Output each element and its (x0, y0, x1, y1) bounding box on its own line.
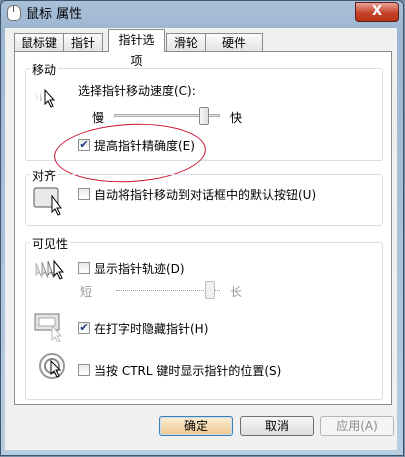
trails-slider-thumb[interactable] (204, 281, 215, 299)
close-button[interactable]: X (355, 2, 399, 22)
pointer-speed-icon (36, 88, 55, 108)
speed-label: 选择指针移动速度(C): (78, 84, 196, 98)
tab-hardware[interactable]: 硬件 (205, 33, 263, 51)
trails-checkbox[interactable] (78, 262, 90, 274)
motion-group-title: 移动 (30, 61, 59, 78)
visibility-group-title: 可见性 (30, 235, 71, 252)
snap-label[interactable]: 自动将指针移动到对话框中的默认按钮(U) (94, 186, 316, 203)
check-mark-icon: ✔ (79, 321, 89, 334)
pointer-trails-icon (35, 259, 65, 280)
window-title: 鼠标 属性 (26, 7, 83, 22)
title-bar[interactable]: 鼠标 属性 X (1, 1, 403, 23)
ctrl-locate-checkbox[interactable] (78, 364, 90, 376)
long-label: 长 (230, 285, 243, 299)
hide-typing-label[interactable]: 在打字时隐藏指针(H) (94, 320, 208, 337)
ctrl-locate-label[interactable]: 当按 CTRL 键时显示指针的位置(S) (94, 362, 281, 379)
hide-typing-checkbox[interactable]: ✔ (78, 322, 90, 334)
trails-label[interactable]: 显示指针轨迹(D) (94, 260, 185, 277)
snap-group-title: 对齐 (30, 167, 59, 184)
short-label: 短 (80, 285, 93, 299)
hide-while-typing-icon (34, 313, 63, 342)
mouse-icon (7, 5, 21, 21)
fast-label: 快 (230, 111, 243, 125)
tab-pointers[interactable]: 指针 (63, 33, 103, 51)
speed-slider-thumb[interactable] (199, 107, 210, 125)
snap-to-default-icon (33, 187, 62, 216)
cancel-button[interactable]: 取消 (240, 416, 314, 436)
ok-button[interactable]: 确定 (159, 416, 233, 436)
tab-wheel[interactable]: 滑轮 (166, 33, 206, 51)
snap-checkbox[interactable] (78, 188, 90, 200)
slow-label: 慢 (92, 111, 105, 125)
tab-buttons[interactable]: 鼠标键 (14, 33, 64, 51)
ctrl-locate-icon (39, 353, 65, 379)
apply-button[interactable]: 应用(A) (320, 416, 394, 436)
tab-pointer-options[interactable]: 指针选项 (108, 29, 165, 68)
